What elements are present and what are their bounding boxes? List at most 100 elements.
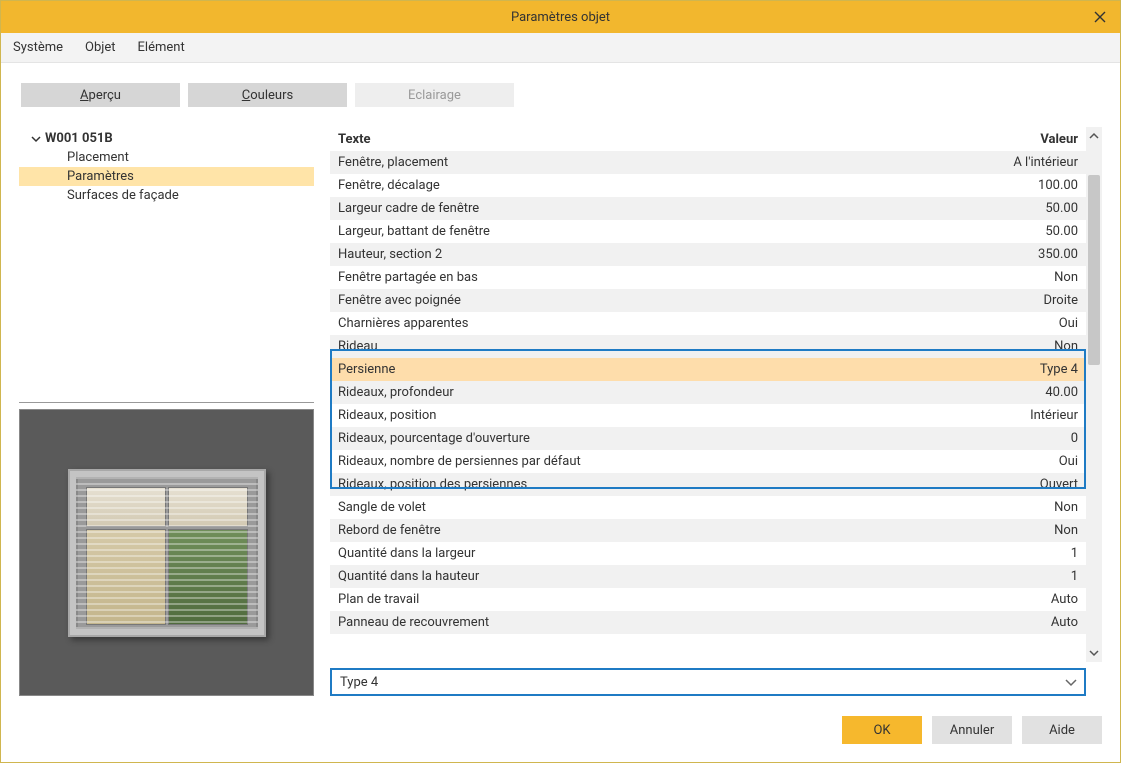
tree-root[interactable]: W001 051B (19, 129, 314, 148)
grid-cell-text: Rideaux, pourcentage d'ouverture (330, 431, 976, 446)
grid-cell-value: Non (976, 339, 1086, 354)
tab-couleurs[interactable]: Couleurs (188, 83, 347, 107)
grid-cell-value: Droite (976, 293, 1086, 308)
grid-cell-value: 50.00 (976, 201, 1086, 216)
title-bar: Paramètres objet (1, 1, 1120, 33)
grid-cell-value: Auto (976, 615, 1086, 630)
grid-cell-value: Non (976, 500, 1086, 515)
grid-cell-value: Type 4 (976, 362, 1086, 377)
preview-panel (19, 409, 314, 696)
menu-bar: Système Objet Elément (1, 33, 1120, 63)
grid-row[interactable]: Rideaux, positionIntérieur (330, 404, 1086, 427)
grid-cell-text: Quantité dans la largeur (330, 546, 976, 561)
grid-row[interactable]: PersienneType 4 (330, 358, 1086, 381)
grid-cell-text: Rideaux, position (330, 408, 976, 423)
grid-cell-value: 100.00 (976, 178, 1086, 193)
grid-cell-value: Ouvert (976, 477, 1086, 492)
grid-cell-text: Rideaux, nombre de persiennes par défaut (330, 454, 976, 469)
tree-item[interactable]: Surfaces de façade (19, 186, 314, 205)
grid-row[interactable]: Largeur cadre de fenêtre50.00 (330, 197, 1086, 220)
close-button[interactable] (1080, 1, 1120, 33)
grid-row[interactable]: Sangle de voletNon (330, 496, 1086, 519)
grid-cell-text: Fenêtre, placement (330, 155, 976, 170)
grid-row[interactable]: Rideaux, pourcentage d'ouverture0 (330, 427, 1086, 450)
menu-objet[interactable]: Objet (85, 40, 116, 55)
grid-cell-text: Quantité dans la hauteur (330, 569, 976, 584)
grid-cell-text: Rideaux, position des persiennes (330, 477, 976, 492)
ok-button[interactable]: OK (842, 716, 922, 744)
close-icon (1094, 11, 1106, 23)
grid-row[interactable]: Fenêtre, décalage100.00 (330, 174, 1086, 197)
grid-header-value: Valeur (976, 132, 1086, 147)
grid-cell-text: Rebord de fenêtre (330, 523, 976, 538)
help-button[interactable]: Aide (1022, 716, 1102, 744)
cancel-button[interactable]: Annuler (932, 716, 1012, 744)
menu-element[interactable]: Elément (138, 40, 185, 55)
tab-row: Aperçu Couleurs Eclairage (1, 63, 1120, 107)
grid-row[interactable]: Quantité dans la hauteur1 (330, 565, 1086, 588)
main-content: W001 051B PlacementParamètresSurfaces de… (1, 107, 1120, 696)
grid-cell-text: Panneau de recouvrement (330, 615, 976, 630)
chevron-down-icon (1064, 675, 1078, 689)
grid-row[interactable]: Hauteur, section 2350.00 (330, 243, 1086, 266)
grid-cell-text: Rideau (330, 339, 976, 354)
grid-row[interactable]: Panneau de recouvrementAuto (330, 611, 1086, 634)
value-dropdown[interactable]: Type 4 (330, 668, 1086, 696)
grid-cell-value: 350.00 (976, 247, 1086, 262)
grid-cell-text: Charnières apparentes (330, 316, 976, 331)
grid-cell-value: Oui (976, 454, 1086, 469)
scroll-down-button[interactable] (1086, 644, 1102, 662)
chevron-down-icon (1089, 648, 1099, 658)
grid-cell-value: 40.00 (976, 385, 1086, 400)
grid-cell-value: Non (976, 270, 1086, 285)
grid-cell-value: Auto (976, 592, 1086, 607)
grid-row[interactable]: Rebord de fenêtreNon (330, 519, 1086, 542)
grid-cell-value: Oui (976, 316, 1086, 331)
grid-cell-value: A l'intérieur (976, 155, 1086, 170)
grid-header-text: Texte (330, 132, 976, 147)
tab-eclairage: Eclairage (355, 83, 514, 107)
properties-grid: Texte Valeur Fenêtre, placementA l'intér… (330, 127, 1102, 662)
value-dropdown-label: Type 4 (340, 675, 378, 690)
grid-cell-text: Largeur cadre de fenêtre (330, 201, 976, 216)
grid-header: Texte Valeur (330, 127, 1086, 151)
grid-cell-value: 1 (976, 569, 1086, 584)
preview-window-thumbnail (68, 469, 266, 637)
grid-cell-text: Fenêtre, décalage (330, 178, 976, 193)
menu-systeme[interactable]: Système (13, 40, 63, 55)
dialog-window: Paramètres objet Système Objet Elément A… (0, 0, 1121, 763)
grid-row[interactable]: Rideaux, profondeur40.00 (330, 381, 1086, 404)
grid-row[interactable]: Fenêtre, placementA l'intérieur (330, 151, 1086, 174)
grid-row[interactable]: Rideaux, nombre de persiennes par défaut… (330, 450, 1086, 473)
grid-cell-text: Largeur, battant de fenêtre (330, 224, 976, 239)
tab-apercu[interactable]: Aperçu (21, 83, 180, 107)
tree-item[interactable]: Placement (19, 148, 314, 167)
scroll-track[interactable] (1086, 145, 1102, 644)
grid-row[interactable]: Plan de travailAuto (330, 588, 1086, 611)
window-title: Paramètres objet (1, 10, 1120, 25)
chevron-down-icon (31, 134, 41, 144)
grid-cell-value: Intérieur (976, 408, 1086, 423)
chevron-up-icon (1089, 131, 1099, 141)
grid-row[interactable]: Fenêtre avec poignéeDroite (330, 289, 1086, 312)
grid-scrollbar[interactable] (1086, 127, 1102, 662)
scroll-thumb[interactable] (1088, 175, 1100, 365)
left-column: W001 051B PlacementParamètresSurfaces de… (19, 127, 314, 696)
grid-cell-text: Plan de travail (330, 592, 976, 607)
grid-row[interactable]: Largeur, battant de fenêtre50.00 (330, 220, 1086, 243)
tree-item[interactable]: Paramètres (19, 167, 314, 186)
grid-row[interactable]: Quantité dans la largeur1 (330, 542, 1086, 565)
value-editor-row: Type 4 (330, 668, 1086, 696)
grid-row[interactable]: Rideaux, position des persiennesOuvert (330, 473, 1086, 496)
grid-cell-text: Rideaux, profondeur (330, 385, 976, 400)
right-column: Texte Valeur Fenêtre, placementA l'intér… (330, 127, 1102, 696)
scroll-up-button[interactable] (1086, 127, 1102, 145)
grid-row[interactable]: Charnières apparentesOui (330, 312, 1086, 335)
grid-row[interactable]: Fenêtre partagée en basNon (330, 266, 1086, 289)
tree-view: W001 051B PlacementParamètresSurfaces de… (19, 127, 314, 403)
grid-cell-text: Fenêtre avec poignée (330, 293, 976, 308)
grid-row[interactable]: RideauNon (330, 335, 1086, 358)
dialog-footer: OK Annuler Aide (1, 696, 1120, 762)
grid-cell-text: Fenêtre partagée en bas (330, 270, 976, 285)
grid-cell-value: 1 (976, 546, 1086, 561)
